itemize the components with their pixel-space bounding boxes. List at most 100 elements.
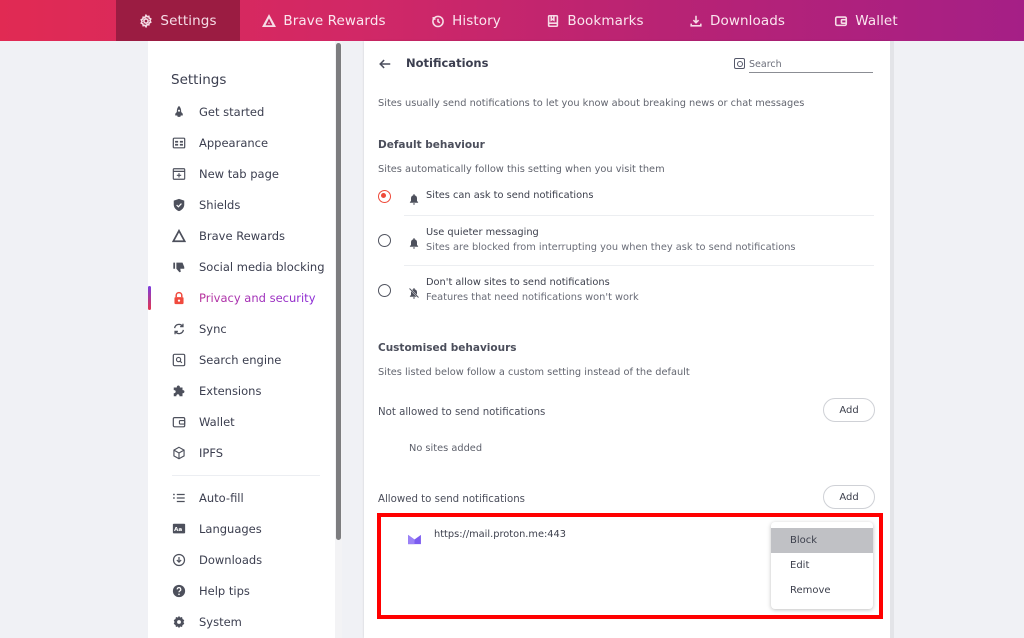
sidebar-item-get-started[interactable]: Get started xyxy=(148,96,342,127)
top-nav-bar: Settings Brave Rewards History Bookmarks… xyxy=(0,0,1024,41)
radio-option-quieter-messaging[interactable]: Use quieter messaging Sites are blocked … xyxy=(378,226,875,258)
site-url[interactable]: https://mail.proton.me:443 xyxy=(434,529,566,540)
add-allowed-button[interactable]: Add xyxy=(823,485,875,509)
tab-wallet-label: Wallet xyxy=(855,12,898,29)
sidebar-scrollbar-thumb[interactable] xyxy=(336,43,341,540)
bell-icon xyxy=(408,190,420,205)
option-title: Use quieter messaging xyxy=(426,227,539,238)
sidebar-item-appearance[interactable]: Appearance xyxy=(148,127,342,158)
bat-triangle-icon xyxy=(262,13,277,27)
settings-sidebar: Settings Get started Appearance New tab … xyxy=(148,41,342,638)
bookmark-icon xyxy=(548,14,559,27)
sidebar-item-auto-fill[interactable]: Auto-fill xyxy=(148,482,342,513)
search-box xyxy=(734,56,874,74)
cube-icon xyxy=(172,446,186,460)
shield-icon xyxy=(172,198,186,212)
tab-bookmarks[interactable]: Bookmarks xyxy=(524,0,666,41)
sidebar-item-label: Shields xyxy=(199,197,241,212)
lock-icon xyxy=(172,291,186,305)
wallet-icon xyxy=(172,415,186,429)
sidebar-divider xyxy=(172,475,320,476)
new-tab-icon xyxy=(172,167,186,181)
tab-brave-rewards-label: Brave Rewards xyxy=(283,12,386,29)
sidebar-item-brave-rewards[interactable]: Brave Rewards xyxy=(148,220,342,251)
sidebar-item-help-tips[interactable]: Help tips xyxy=(148,575,342,606)
customised-behaviours-heading: Customised behaviours xyxy=(378,342,517,354)
sidebar-item-label: Extensions xyxy=(199,383,262,398)
thumbs-down-icon xyxy=(172,260,186,274)
option-title: Sites can ask to send notifications xyxy=(426,190,594,201)
download-icon xyxy=(690,15,702,27)
sidebar-item-new-tab-page[interactable]: New tab page xyxy=(148,158,342,189)
sidebar-nav: Get started Appearance New tab page Shie… xyxy=(148,96,342,637)
sidebar-item-downloads[interactable]: Downloads xyxy=(148,544,342,575)
site-action-menu: Block Edit Remove xyxy=(771,522,873,609)
tab-history[interactable]: History xyxy=(408,0,524,41)
sidebar-item-label: Auto-fill xyxy=(199,490,244,505)
sidebar-item-sync[interactable]: Sync xyxy=(148,313,342,344)
tab-downloads[interactable]: Downloads xyxy=(666,0,808,41)
search-engine-icon xyxy=(172,353,186,367)
menu-item-edit[interactable]: Edit xyxy=(771,553,873,578)
tab-downloads-label: Downloads xyxy=(709,12,786,29)
list-icon xyxy=(172,491,186,505)
radio-button[interactable] xyxy=(378,234,391,247)
sidebar-item-label: Appearance xyxy=(199,135,269,150)
download-circle-icon xyxy=(172,553,186,567)
option-subtitle: Features that need notifications won't w… xyxy=(426,292,639,303)
sidebar-item-system[interactable]: System xyxy=(148,606,342,637)
sidebar-item-label: Privacy and security xyxy=(199,290,316,305)
radio-button[interactable] xyxy=(378,284,391,297)
bell-icon xyxy=(408,234,420,249)
menu-item-remove[interactable]: Remove xyxy=(771,578,873,603)
sidebar-item-extensions[interactable]: Extensions xyxy=(148,375,342,406)
proton-mail-icon xyxy=(408,530,421,545)
tab-wallet[interactable]: Wallet xyxy=(808,0,924,41)
history-clock-icon xyxy=(432,15,444,27)
wallet-icon xyxy=(835,15,848,26)
tab-settings[interactable]: Settings xyxy=(116,0,240,41)
back-button[interactable] xyxy=(378,56,394,72)
bell-off-icon xyxy=(408,284,420,299)
sidebar-item-label: Brave Rewards xyxy=(199,228,286,243)
sidebar-item-label: Help tips xyxy=(199,583,250,598)
default-behaviour-description: Sites automatically follow this setting … xyxy=(378,164,665,175)
radio-button-selected[interactable] xyxy=(378,190,391,203)
default-behaviour-heading: Default behaviour xyxy=(378,139,485,151)
radio-option-dont-allow[interactable]: Don't allow sites to send notifications … xyxy=(378,276,875,308)
sidebar-item-label: New tab page xyxy=(199,166,279,181)
sidebar-item-ipfs[interactable]: IPFS xyxy=(148,437,342,468)
radio-option-allow-ask[interactable]: Sites can ask to send notifications xyxy=(378,189,875,213)
page-title: Notifications xyxy=(406,56,489,70)
not-allowed-label: Not allowed to send notifications xyxy=(378,407,546,418)
sidebar-title: Settings xyxy=(171,72,227,88)
sidebar-item-label: Downloads xyxy=(199,552,263,567)
sidebar-item-wallet[interactable]: Wallet xyxy=(148,406,342,437)
sync-icon xyxy=(172,322,186,336)
search-input[interactable] xyxy=(749,56,873,73)
sidebar-item-label: Get started xyxy=(199,104,265,119)
gear-icon xyxy=(140,13,153,28)
sidebar-item-label: Wallet xyxy=(199,414,235,429)
content-scrollbar[interactable] xyxy=(890,41,894,638)
menu-item-block[interactable]: Block xyxy=(771,528,873,553)
sidebar-item-shields[interactable]: Shields xyxy=(148,189,342,220)
sidebar-item-label: Search engine xyxy=(199,352,282,367)
tab-history-label: History xyxy=(452,12,501,29)
appearance-icon xyxy=(172,136,186,150)
puzzle-icon xyxy=(172,384,186,398)
sidebar-item-label: Social media blocking xyxy=(199,259,325,274)
svg-text:Aa: Aa xyxy=(174,526,182,532)
sidebar-item-privacy-and-security[interactable]: Privacy and security xyxy=(148,282,342,313)
sidebar-item-languages[interactable]: Aa Languages xyxy=(148,513,342,544)
tab-brave-rewards[interactable]: Brave Rewards xyxy=(240,0,408,41)
option-divider xyxy=(404,265,874,266)
add-not-allowed-button[interactable]: Add xyxy=(823,398,875,422)
customised-behaviours-description: Sites listed below follow a custom setti… xyxy=(378,367,690,378)
sidebar-item-search-engine[interactable]: Search engine xyxy=(148,344,342,375)
sidebar-item-label: Languages xyxy=(199,521,262,536)
tab-bookmarks-label: Bookmarks xyxy=(567,12,644,29)
sidebar-item-social-media-blocking[interactable]: Social media blocking xyxy=(148,251,342,282)
sidebar-item-label: IPFS xyxy=(199,445,224,460)
